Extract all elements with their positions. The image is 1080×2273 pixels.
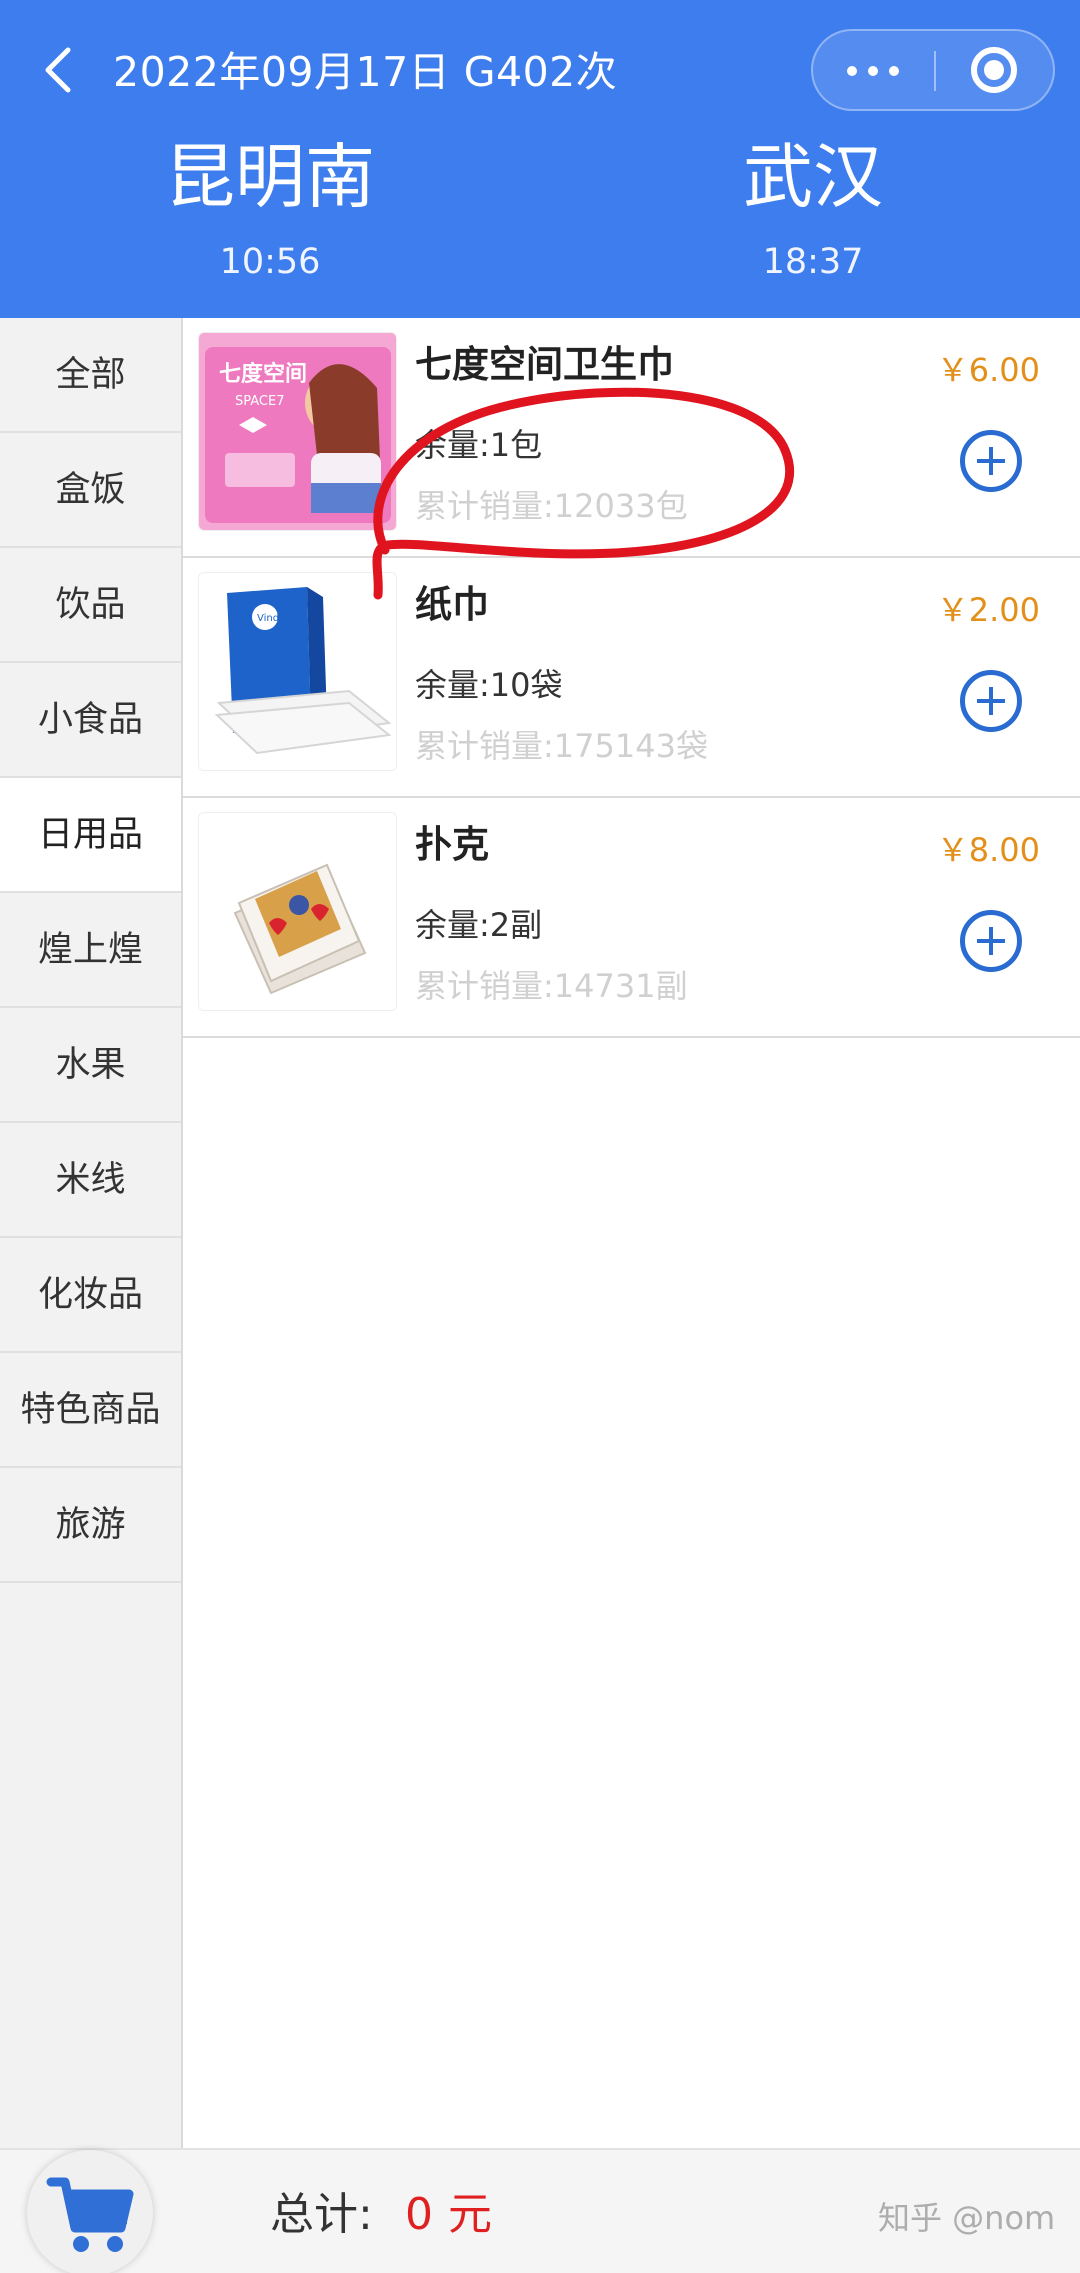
product-price: ￥6.00 [936,351,1040,389]
category-cosmetics[interactable]: 化妆品 [0,1238,181,1353]
close-miniprogram-button[interactable] [936,31,1055,109]
app-page: 2022年09月17日 G402次 昆明南 武汉 10:56 18:37 全部 … [0,0,1080,2273]
product-name: 扑克 [415,823,489,866]
target-dot [984,60,1004,80]
cart-icon [46,2177,134,2252]
total-unit: 元 [448,2189,492,2240]
category-daily-goods[interactable]: 日用品 [0,778,181,893]
watermark: 知乎 @nom [878,2199,1056,2237]
product-image [198,812,397,1011]
product-name: 七度空间卫生巾 [415,343,674,386]
category-rice-noodles[interactable]: 米线 [0,1123,181,1238]
tissue-pack-image: Vinda [199,573,396,770]
category-boxed-meal[interactable]: 盒饭 [0,433,181,548]
total-label: 总计: [270,2189,373,2240]
product-stock: 余量:1包 [415,426,543,464]
category-sidebar: 全部 盒饭 饮品 小食品 日用品 煌上煌 水果 米线 化妆品 特色商品 旅游 [0,318,183,2148]
to-station: 武汉 [743,136,883,218]
cart-button[interactable] [27,2150,153,2273]
category-drinks[interactable]: 饮品 [0,548,181,663]
from-station: 昆明南 [165,136,375,218]
product-stock: 余量:10袋 [415,666,563,704]
total-amount: 0 [405,2189,433,2240]
product-sold: 累计销量:175143袋 [415,727,708,765]
more-dot [868,66,878,76]
category-all[interactable]: 全部 [0,318,181,433]
trip-info: 2022年09月17日 G402次 [113,48,618,96]
product-sold: 累计销量:12033包 [415,487,688,525]
bottom-bar: 总计: 0 元 知乎 @nom [0,2148,1080,2273]
product-list: 七度空间 SPACE7 七度空间卫生巾 余量:1包 累计销量:12033包 ￥6… [183,318,1080,1038]
back-button[interactable] [34,40,84,100]
more-dot [889,66,899,76]
sanitary-pad-image: 七度空间 SPACE7 [199,333,396,530]
arrival-time: 18:37 [762,242,864,282]
product-price: ￥8.00 [936,831,1040,869]
departure-time: 10:56 [219,242,321,282]
category-fruit[interactable]: 水果 [0,1008,181,1123]
chevron-left-icon [45,47,71,93]
product-item[interactable]: 扑克 余量:2副 累计销量:14731副 ￥8.00 [183,798,1080,1038]
category-specialty[interactable]: 特色商品 [0,1353,181,1468]
category-snacks[interactable]: 小食品 [0,663,181,778]
product-stock: 余量:2副 [415,906,543,944]
miniprogram-capsule [811,29,1055,111]
more-button[interactable] [813,31,934,109]
header: 2022年09月17日 G402次 昆明南 武汉 10:56 18:37 [0,0,1080,318]
product-image: 七度空间 SPACE7 [198,332,397,531]
playing-cards-image [199,813,396,1010]
add-to-cart-button[interactable] [960,670,1022,732]
category-travel[interactable]: 旅游 [0,1468,181,1583]
product-sold: 累计销量:14731副 [415,967,688,1005]
product-name: 纸巾 [415,583,489,626]
add-to-cart-button[interactable] [960,910,1022,972]
category-huangshanghuang[interactable]: 煌上煌 [0,893,181,1008]
product-price: ￥2.00 [936,591,1040,629]
package-subtext: SPACE7 [235,394,285,409]
package-brand-text: 七度空间 [219,361,307,387]
more-dots-icon [847,66,857,76]
tissue-brand-text: Vinda [257,613,285,624]
product-image: Vinda [198,572,397,771]
product-item[interactable]: Vinda 纸巾 余量:10袋 累计销量:175143袋 ￥2.00 [183,558,1080,798]
add-to-cart-button[interactable] [960,430,1022,492]
product-item[interactable]: 七度空间 SPACE7 七度空间卫生巾 余量:1包 累计销量:12033包 ￥6… [183,318,1080,558]
